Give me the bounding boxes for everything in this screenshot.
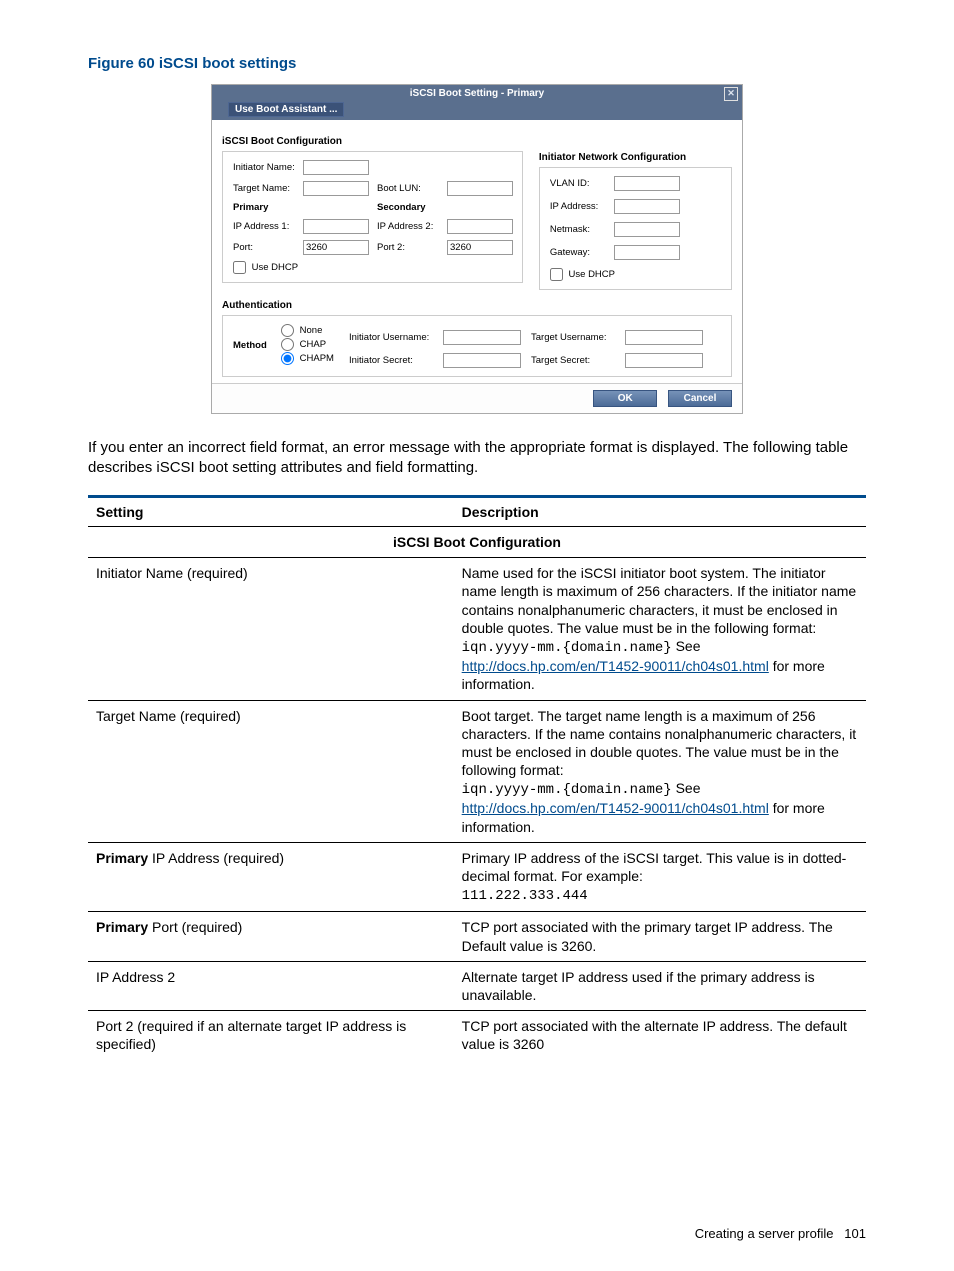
section-auth: Authentication [222, 300, 732, 311]
page-number: 101 [844, 1226, 866, 1241]
page-footer: Creating a server profile 101 [695, 1226, 866, 1241]
section-boot-config: iSCSI Boot Configuration [222, 136, 523, 147]
close-icon[interactable]: ✕ [724, 87, 738, 101]
table-row: Port 2 (required if an alternate target … [88, 1011, 866, 1060]
auth-fieldset: Method None CHAP CHAPM Initiator Usernam… [222, 315, 732, 377]
primary-col-label: Primary [233, 202, 299, 213]
setting-cell: Initiator Name (required) [88, 558, 454, 700]
use-dhcp-boot[interactable]: Use DHCP [233, 262, 298, 273]
radio-chapm[interactable]: CHAPM [281, 352, 341, 366]
init-user-input[interactable] [443, 330, 521, 345]
table-row: Primary IP Address (required)Primary IP … [88, 842, 866, 912]
vlan-input[interactable] [614, 176, 680, 191]
initiator-name-label: Initiator Name: [233, 162, 299, 173]
description-cell: TCP port associated with the alternate I… [454, 1011, 866, 1060]
col-setting: Setting [88, 497, 454, 527]
description-cell: Name used for the iSCSI initiator boot s… [454, 558, 866, 700]
section-net-config: Initiator Network Configuration [539, 152, 732, 163]
boot-lun-label: Boot LUN: [377, 183, 443, 194]
init-secret-label: Initiator Secret: [349, 355, 439, 366]
description-cell: Primary IP address of the iSCSI target. … [454, 842, 866, 912]
figure-caption: Figure 60 iSCSI boot settings [88, 55, 866, 72]
radio-chap[interactable]: CHAP [281, 338, 341, 352]
netmask-input[interactable] [614, 222, 680, 237]
vlan-label: VLAN ID: [550, 178, 610, 189]
tgt-secret-input[interactable] [625, 353, 703, 368]
doc-link-1[interactable]: http://docs.hp.com/en/T1452-90011/ch04s0… [462, 658, 769, 674]
doc-link-2[interactable]: http://docs.hp.com/en/T1452-90011/ch04s0… [462, 800, 769, 816]
dialog-toolbar: Use Boot Assistant ... [212, 102, 742, 120]
port-label: Port: [233, 242, 299, 253]
port2-input[interactable] [447, 240, 513, 255]
gateway-label: Gateway: [550, 247, 610, 258]
iscsi-dialog: iSCSI Boot Setting - Primary ✕ Use Boot … [211, 84, 743, 414]
description-cell: TCP port associated with the primary tar… [454, 912, 866, 961]
dialog-titlebar: iSCSI Boot Setting - Primary ✕ [212, 85, 742, 102]
table-section-head: iSCSI Boot Configuration [88, 527, 866, 558]
setting-cell: Primary Port (required) [88, 912, 454, 961]
table-row: Target Name (required)Boot target. The t… [88, 700, 866, 842]
secondary-col-label: Secondary [377, 202, 443, 213]
port-input[interactable] [303, 240, 369, 255]
setting-cell: Port 2 (required if an alternate target … [88, 1011, 454, 1060]
description-cell: Boot target. The target name length is a… [454, 700, 866, 842]
dialog-footer: OK Cancel [212, 383, 742, 413]
radio-none[interactable]: None [281, 324, 341, 338]
table-row: Primary Port (required)TCP port associat… [88, 912, 866, 961]
ip1-input[interactable] [303, 219, 369, 234]
use-dhcp-boot-checkbox[interactable] [233, 261, 246, 274]
use-dhcp-net[interactable]: Use DHCP [550, 269, 615, 280]
setting-cell: Target Name (required) [88, 700, 454, 842]
initiator-name-input[interactable] [303, 160, 369, 175]
ip2-input[interactable] [447, 219, 513, 234]
boot-config-fieldset: Initiator Name: Target Name: Boot LUN: P… [222, 151, 523, 283]
setting-cell: IP Address 2 [88, 961, 454, 1010]
target-name-input[interactable] [303, 181, 369, 196]
setting-cell: Primary IP Address (required) [88, 842, 454, 912]
tgt-user-input[interactable] [625, 330, 703, 345]
ip1-label: IP Address 1: [233, 221, 299, 232]
settings-table: Setting Description iSCSI Boot Configura… [88, 495, 866, 1060]
tgt-secret-label: Target Secret: [531, 355, 621, 366]
ok-button[interactable]: OK [593, 390, 657, 407]
dialog-title: iSCSI Boot Setting - Primary [410, 88, 544, 99]
ip2-label: IP Address 2: [377, 221, 443, 232]
init-user-label: Initiator Username: [349, 332, 439, 343]
col-description: Description [454, 497, 866, 527]
gateway-input[interactable] [614, 245, 680, 260]
ipaddr-label: IP Address: [550, 201, 610, 212]
target-name-label: Target Name: [233, 183, 299, 194]
method-label: Method [233, 340, 273, 351]
netmask-label: Netmask: [550, 224, 610, 235]
use-boot-assistant-button[interactable]: Use Boot Assistant ... [228, 102, 344, 117]
ipaddr-input[interactable] [614, 199, 680, 214]
boot-lun-input[interactable] [447, 181, 513, 196]
tgt-user-label: Target Username: [531, 332, 621, 343]
footer-text: Creating a server profile [695, 1226, 834, 1241]
cancel-button[interactable]: Cancel [668, 390, 732, 407]
table-row: Initiator Name (required)Name used for t… [88, 558, 866, 700]
description-cell: Alternate target IP address used if the … [454, 961, 866, 1010]
use-dhcp-net-checkbox[interactable] [550, 268, 563, 281]
net-config-fieldset: VLAN ID: IP Address: Netmask: Gateway: U… [539, 167, 732, 290]
table-row: IP Address 2Alternate target IP address … [88, 961, 866, 1010]
intro-paragraph: If you enter an incorrect field format, … [88, 438, 866, 477]
init-secret-input[interactable] [443, 353, 521, 368]
port2-label: Port 2: [377, 242, 443, 253]
